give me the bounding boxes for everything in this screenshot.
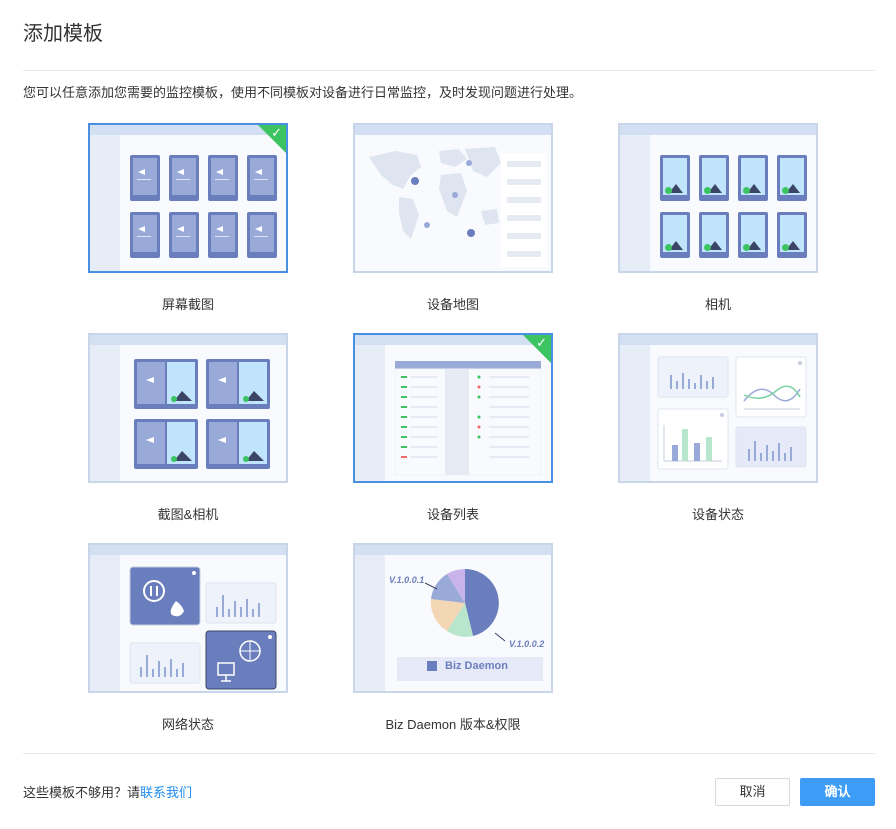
- cancel-button[interactable]: 取消: [715, 778, 790, 806]
- network-status-thumbnail: [120, 555, 286, 691]
- screenshot-camera-thumbnail: [120, 345, 286, 481]
- biz-daemon-icon: [427, 661, 437, 671]
- template-card-device-status[interactable]: [618, 333, 818, 483]
- template-card-device-list[interactable]: ✓: [353, 333, 553, 483]
- template-card-network-status[interactable]: [88, 543, 288, 693]
- biz-daemon-thumbnail: V.1.0.0.1 V.1.0.0.2 Biz Daemon: [385, 555, 551, 691]
- footer-hint: 这些模板不够用？请联系我们: [23, 785, 193, 800]
- checkmark-icon: ✓: [271, 125, 282, 140]
- version-label: V.1.0.0.2: [509, 639, 545, 649]
- screenshot-thumbnail: [120, 135, 286, 271]
- biz-daemon-text: Biz Daemon: [445, 660, 508, 672]
- divider: [23, 753, 875, 754]
- version-label: V.1.0.0.1: [389, 575, 425, 585]
- template-label: 设备状态: [691, 507, 744, 522]
- template-card-screenshot-camera[interactable]: [88, 333, 288, 483]
- camera-thumbnail: [650, 135, 816, 271]
- confirm-button[interactable]: 确认: [800, 778, 875, 806]
- template-label: 设备列表: [426, 507, 479, 522]
- device-status-thumbnail: [650, 345, 816, 481]
- checkmark-icon: ✓: [536, 335, 547, 350]
- template-label: 相机: [704, 297, 731, 312]
- template-label: Biz Daemon 版本&权限: [385, 717, 521, 732]
- divider: [23, 70, 875, 71]
- template-label: 截图&相机: [157, 507, 219, 522]
- contact-us-link[interactable]: 联系我们: [140, 785, 192, 800]
- template-label: 网络状态: [161, 717, 214, 732]
- template-card-screenshot[interactable]: ✓: [88, 123, 288, 273]
- template-card-camera[interactable]: [618, 123, 818, 273]
- dialog-description: 您可以任意添加您需要的监控模板，使用不同模板对设备进行日常监控，及时发现问题进行…: [23, 85, 583, 100]
- device-list-thumbnail: [385, 345, 551, 481]
- template-label: 屏幕截图: [161, 297, 214, 312]
- template-card-biz-daemon[interactable]: V.1.0.0.1 V.1.0.0.2 Biz Daemon: [353, 543, 553, 693]
- template-card-device-map[interactable]: [353, 123, 553, 273]
- template-label: 设备地图: [426, 297, 479, 312]
- dialog-title: 添加模板: [23, 23, 103, 45]
- world-map-thumbnail: [355, 135, 551, 271]
